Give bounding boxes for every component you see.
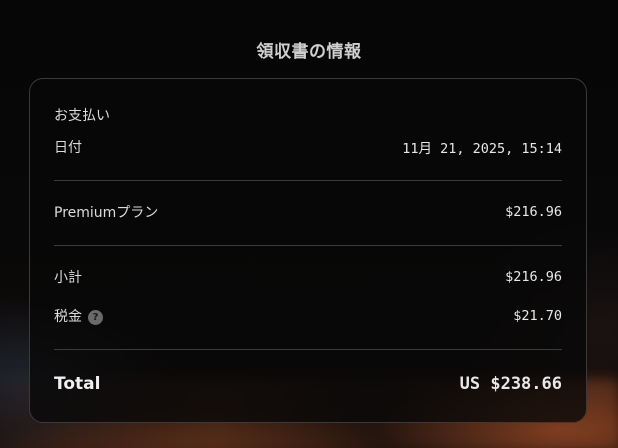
plan-price: $216.96: [505, 204, 562, 220]
tax-value: $21.70: [513, 308, 562, 324]
subtotal-row: 小計 $216.96: [54, 267, 562, 287]
total-row: Total US $238.66: [54, 374, 562, 394]
tax-label-group: 税金?: [54, 306, 103, 326]
help-icon[interactable]: ?: [88, 309, 103, 325]
subtotal-value: $216.96: [505, 269, 562, 285]
subtotal-label: 小計: [54, 270, 82, 286]
divider: [54, 349, 562, 350]
divider: [54, 180, 562, 181]
plan-row: Premiumプラン $216.96: [54, 202, 562, 222]
tax-row: 税金? $21.70: [54, 306, 562, 326]
payment-section-label: お支払い: [54, 108, 110, 124]
divider: [54, 245, 562, 246]
date-row: 日付 11月 21, 2025, 15:14: [54, 137, 562, 157]
total-label: Total: [54, 374, 101, 394]
receipt-card: お支払い 日付 11月 21, 2025, 15:14 Premiumプラン $…: [29, 78, 587, 423]
total-value: US $238.66: [459, 374, 562, 394]
date-value: 11月 21, 2025, 15:14: [402, 141, 562, 157]
date-label: 日付: [54, 140, 82, 156]
plan-label: Premiumプラン: [54, 205, 159, 221]
page-title: 領収書の情報: [256, 42, 362, 62]
tax-label: 税金: [54, 309, 82, 325]
